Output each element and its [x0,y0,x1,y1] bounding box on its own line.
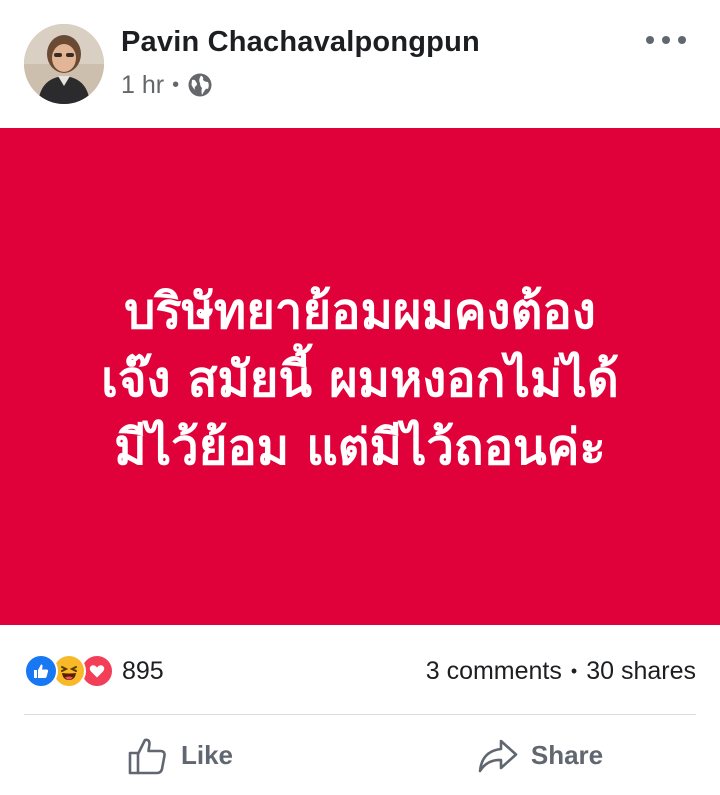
avatar[interactable] [24,24,104,104]
share-label: Share [530,740,604,770]
divider [24,714,696,715]
author-name[interactable]: Pavin Chachavalpongpun [121,26,480,59]
like-button[interactable]: Like [0,716,360,795]
shares-count[interactable]: 30 shares [586,657,696,686]
reaction-count: 895 [122,656,164,685]
share-arrow-icon [478,739,518,772]
more-options-icon[interactable] [646,24,686,56]
reactions-summary[interactable]: 895 [24,654,164,688]
engagement-bar: 895 3 comments • 30 shares [0,640,720,700]
share-button[interactable]: Share [360,716,720,795]
post-text-line: บริษัทยาย้อมผมคงต้อง [124,282,596,340]
like-label: Like [180,740,234,770]
action-bar: Like Share [0,716,720,795]
globe-icon[interactable] [187,72,213,98]
avatar-image [24,24,104,104]
counts-separator: • [570,660,578,681]
post-meta: 1 hr • [121,70,213,100]
comment-share-counts: 3 comments • 30 shares [426,654,696,688]
meta-separator: • [172,73,180,96]
post-text-line: มีไว้ย้อม แต่มีไว้ถอนค่ะ [114,418,606,476]
comments-count[interactable]: 3 comments [426,657,562,686]
like-reaction-icon [24,654,58,688]
post-header: Pavin Chachavalpongpun 1 hr • [0,0,720,128]
post-text: บริษัทยาย้อมผมคงต้อง เจ๊ง สมัยนี้ ผมหงอก… [30,278,690,482]
thumbs-up-icon [128,738,166,774]
post-text-line: เจ๊ง สมัยนี้ ผมหงอกไม่ได้ [101,350,619,408]
post-time[interactable]: 1 hr [121,71,164,100]
post-content: บริษัทยาย้อมผมคงต้อง เจ๊ง สมัยนี้ ผมหงอก… [0,128,720,625]
